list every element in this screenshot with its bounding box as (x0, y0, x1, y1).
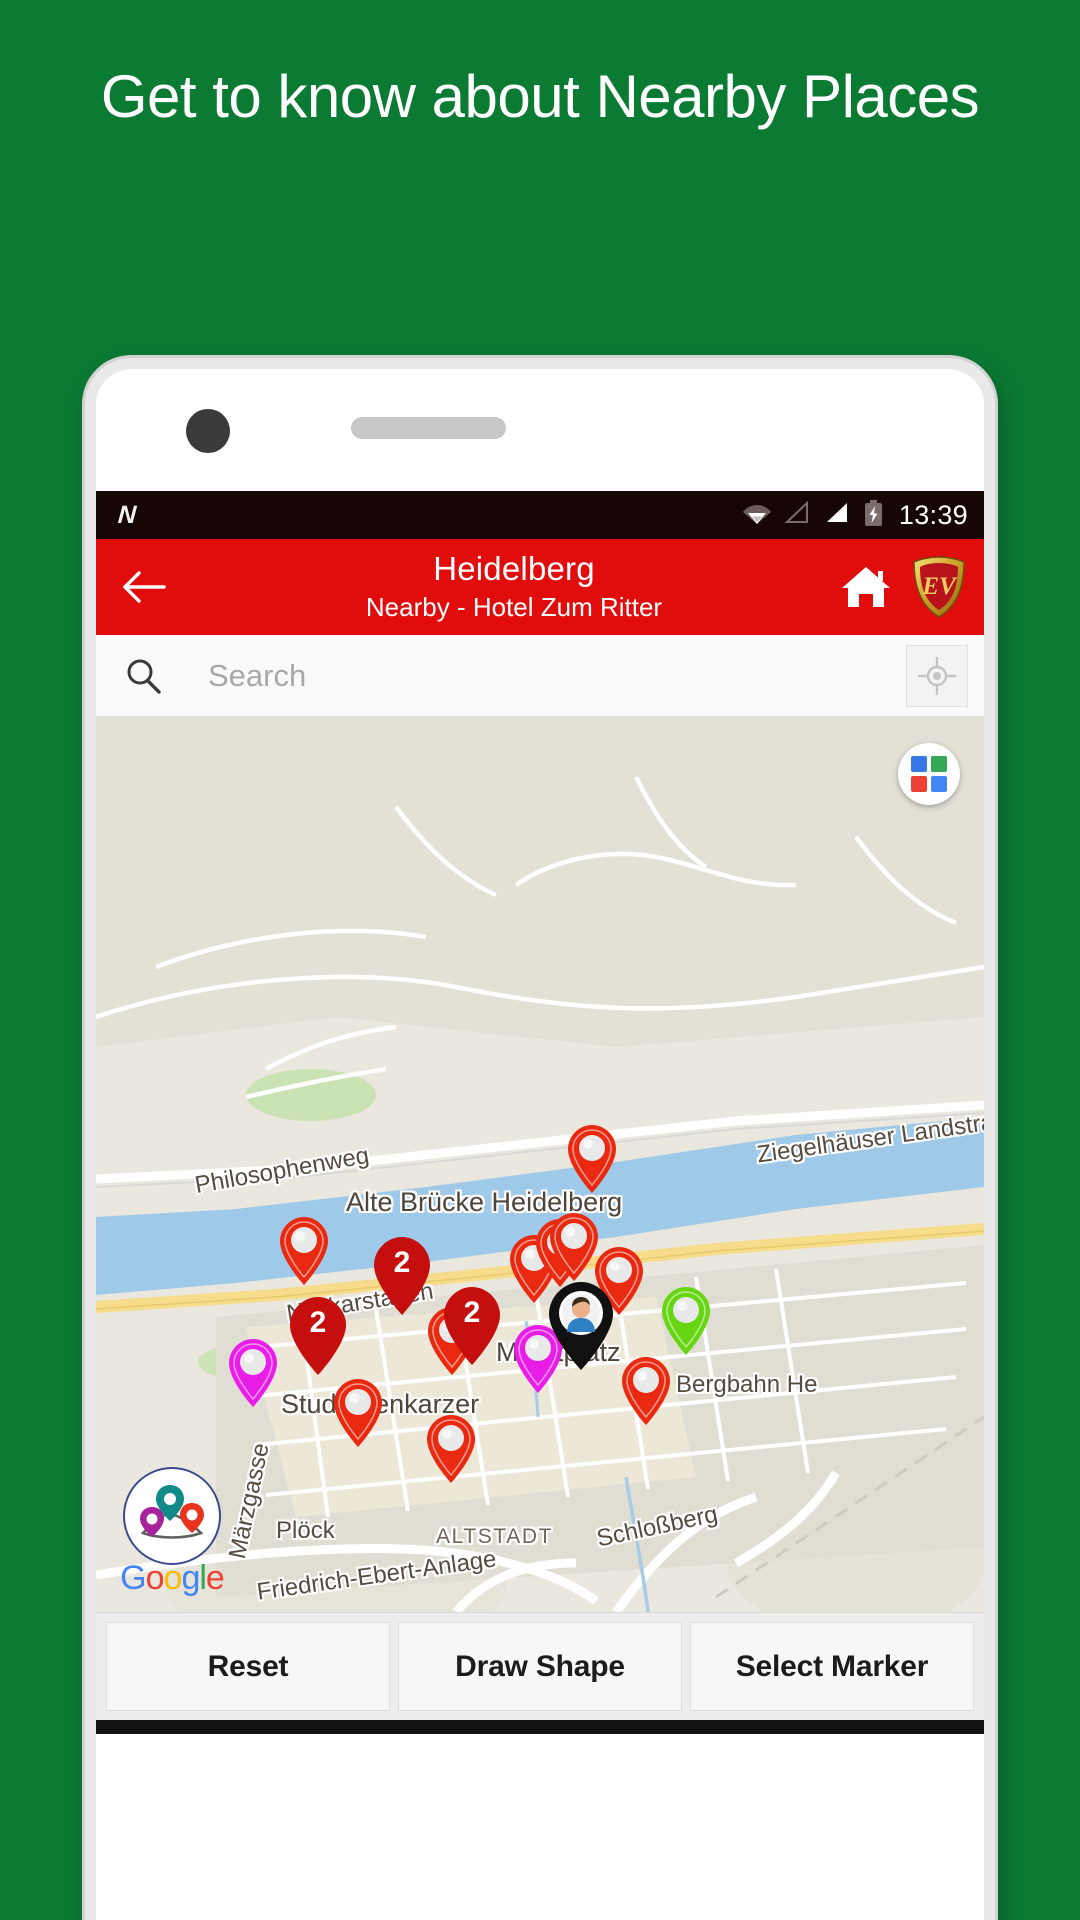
bottom-button-bar: Reset Draw Shape Select Marker (96, 1612, 984, 1720)
draw-shape-button[interactable]: Draw Shape (398, 1622, 682, 1711)
maptype-swatch-red (911, 776, 927, 792)
maptype-swatch-green (931, 756, 947, 772)
map-type-button[interactable] (898, 743, 960, 805)
marker-person[interactable] (545, 1280, 617, 1372)
android-n-icon: N (117, 500, 137, 529)
status-bar-left: N (117, 500, 137, 530)
search-input[interactable] (166, 657, 906, 694)
maptype-swatch-blue (911, 756, 927, 772)
marker-magenta-a[interactable] (225, 1337, 281, 1409)
status-bar-clock: 13:39 (898, 499, 968, 530)
app-bar-titles: Heidelberg Nearby - Hotel Zum Ritter (176, 549, 840, 623)
marker-south-a[interactable] (330, 1377, 386, 1449)
marker-neckarstaden[interactable] (276, 1215, 332, 1287)
app-bar-actions: EV (840, 556, 966, 618)
earpiece-speaker (351, 417, 506, 439)
page-subtitle: Nearby - Hotel Zum Ritter (365, 591, 663, 622)
app-bar: Heidelberg Nearby - Hotel Zum Ritter EV (96, 539, 984, 635)
navigation-bar (96, 1720, 984, 1734)
status-bar: N 13:39 (96, 491, 984, 539)
my-location-button[interactable] (906, 644, 968, 707)
marker-southeast[interactable] (618, 1355, 674, 1427)
marker-green[interactable] (658, 1285, 714, 1357)
status-bar-right: 13:39 (742, 499, 968, 531)
svg-text:EV: EV (921, 573, 958, 600)
marker-south-b[interactable] (423, 1413, 479, 1485)
phone-bezel-top (96, 369, 984, 491)
cluster-studenten[interactable]: 2 (286, 1295, 350, 1377)
marker-alte-bruecke[interactable] (564, 1123, 620, 1195)
search-bar[interactable] (96, 635, 984, 717)
home-button[interactable] (840, 561, 892, 613)
maptype-swatch-blue2 (931, 776, 947, 792)
promo-heading: Get to know about Nearby Places (100, 63, 980, 130)
page-title: Heidelberg (433, 549, 595, 587)
ev-logo-badge[interactable]: EV (912, 556, 966, 618)
select-marker-button[interactable]: Select Marker (690, 1622, 974, 1711)
signal-filled-icon (824, 501, 852, 530)
signal-outline-icon (784, 500, 812, 530)
back-button[interactable] (118, 561, 170, 613)
reset-button[interactable]: Reset (106, 1622, 390, 1711)
cluster-pins-icon (123, 1467, 221, 1565)
search-icon (120, 653, 166, 699)
wifi-icon (742, 501, 772, 530)
phone-frame: N 13:39 Heidelberg Nearby - Hotel Zum Ri… (85, 358, 995, 1920)
front-camera-icon (186, 409, 230, 453)
google-attribution: Google (112, 1467, 232, 1598)
cluster-center[interactable]: 2 (440, 1285, 504, 1367)
phone-screen: N 13:39 Heidelberg Nearby - Hotel Zum Ri… (96, 369, 984, 1920)
battery-charging-icon (864, 499, 883, 531)
map-view[interactable]: Ziegelhäuser Landstraße Philosophenweg Alt… (96, 717, 984, 1612)
